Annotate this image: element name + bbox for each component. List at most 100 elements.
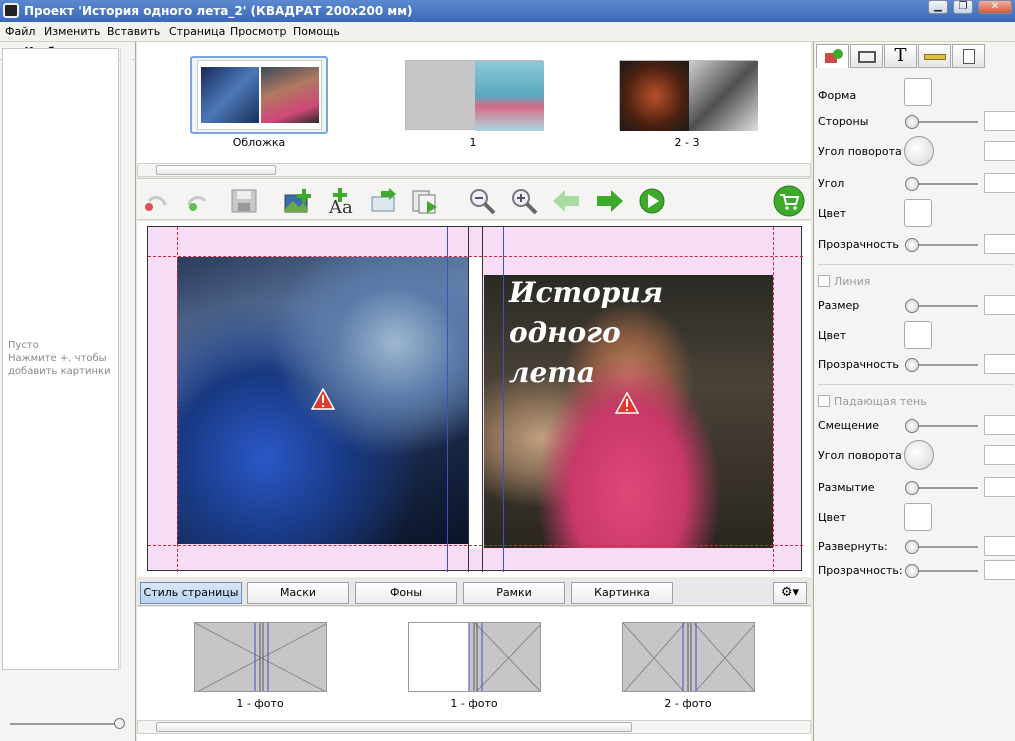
tab-backgrounds[interactable]: Фоны: [355, 582, 457, 604]
play-icon[interactable]: [637, 187, 667, 215]
cart-icon[interactable]: [773, 185, 805, 217]
slider-knob[interactable]: [905, 238, 919, 252]
shape-picker[interactable]: [904, 78, 932, 106]
angle-input[interactable]: [984, 173, 1015, 193]
line-color-picker[interactable]: [904, 321, 932, 349]
save-icon[interactable]: [229, 187, 259, 215]
frame-tab-icon[interactable]: [850, 44, 883, 68]
thumb-size-slider[interactable]: [10, 718, 125, 729]
menu-bar: Файл Изменить Вставить Страница Просмотр…: [0, 22, 1015, 42]
sides-slider[interactable]: [905, 115, 978, 129]
ruler-tab-icon[interactable]: [918, 44, 951, 68]
cover-title-line-2: одного: [509, 316, 621, 349]
tab-masks[interactable]: Маски: [247, 582, 349, 604]
layout-label-2: 1 - фото: [450, 697, 498, 710]
shadow-offset-label: Смещение: [818, 419, 879, 432]
spine-guide-3: [482, 227, 483, 572]
thumbs-scroll-thumb[interactable]: [156, 165, 276, 175]
minimize-icon[interactable]: ▁: [928, 0, 948, 14]
import-icon[interactable]: [369, 187, 399, 215]
text-tab-icon[interactable]: T: [884, 44, 917, 68]
sides-input[interactable]: [984, 111, 1015, 131]
layout-1-photo-a[interactable]: [194, 622, 327, 692]
warning-icon[interactable]: [615, 392, 639, 414]
shadow-rotation-dial[interactable]: [904, 440, 934, 470]
thumb-page-2-3[interactable]: [619, 60, 758, 131]
tab-picture[interactable]: Картинка: [571, 582, 673, 604]
thumb-label-cover: Обложка: [232, 136, 286, 149]
layout-1-photo-b[interactable]: [408, 622, 541, 692]
line-size-input[interactable]: [984, 295, 1015, 315]
line-opacity-slider[interactable]: [905, 358, 978, 372]
undo-icon[interactable]: [141, 187, 171, 215]
shadow-opacity-input[interactable]: [984, 560, 1015, 580]
rotation-dial[interactable]: [904, 136, 934, 166]
maximize-icon[interactable]: ❐: [953, 0, 973, 14]
shadow-offset-slider[interactable]: [905, 419, 978, 433]
slider-knob[interactable]: [905, 419, 919, 433]
export-icon[interactable]: [411, 187, 441, 215]
shadow-rotation-input[interactable]: [984, 445, 1015, 465]
menu-insert[interactable]: Вставить: [107, 25, 160, 38]
slider-knob[interactable]: [114, 718, 125, 729]
menu-help[interactable]: Помощь: [293, 25, 340, 38]
layout-2-photo[interactable]: [622, 622, 755, 692]
slider-knob[interactable]: [905, 540, 919, 554]
add-image-icon[interactable]: [283, 187, 313, 215]
slider-knob[interactable]: [905, 481, 919, 495]
arrow-left-icon[interactable]: [551, 187, 581, 215]
slider-knob[interactable]: [905, 177, 919, 191]
layouts-scroll-thumb[interactable]: [156, 722, 632, 732]
images-list[interactable]: Пусто Нажмите +, чтобы добавить картинки: [2, 48, 119, 670]
shadow-color-label: Цвет: [818, 511, 847, 524]
rotation-input[interactable]: [984, 141, 1015, 161]
shadow-blur-slider[interactable]: [905, 481, 978, 495]
layouts-scrollbar[interactable]: [137, 720, 811, 734]
warning-icon[interactable]: [311, 388, 335, 410]
slider-knob[interactable]: [905, 358, 919, 372]
thumb-cover[interactable]: [197, 60, 322, 130]
tab-frames[interactable]: Рамки: [463, 582, 565, 604]
page-spread[interactable]: История одного лета: [147, 226, 803, 572]
line-opacity-label: Прозрачность: [818, 358, 899, 371]
page-tab-icon[interactable]: [952, 44, 985, 68]
slider-knob[interactable]: [905, 299, 919, 313]
empty-hint: Пусто Нажмите +, чтобы добавить картинки: [8, 339, 111, 378]
menu-file[interactable]: Файл: [5, 25, 35, 38]
slider-knob[interactable]: [905, 564, 919, 578]
line-opacity-input[interactable]: [984, 354, 1015, 374]
menu-edit[interactable]: Изменить: [44, 25, 100, 38]
tab-page-style[interactable]: Стиль страницы: [140, 582, 242, 604]
shadow-offset-input[interactable]: [984, 415, 1015, 435]
thumb-page-1[interactable]: [405, 60, 544, 131]
bleed-guide-left: [177, 227, 178, 572]
shape-tab-icon[interactable]: [816, 44, 849, 68]
color-picker[interactable]: [904, 199, 932, 227]
cover-title[interactable]: История одного лета: [509, 273, 663, 393]
arrow-right-icon[interactable]: [595, 187, 625, 215]
angle-slider[interactable]: [905, 177, 978, 191]
shadow-color-picker[interactable]: [904, 503, 932, 531]
shadow-checkbox[interactable]: [818, 395, 830, 407]
add-text-icon[interactable]: Aa: [327, 187, 357, 215]
zoom-out-icon[interactable]: [467, 187, 497, 215]
redo-icon[interactable]: [183, 187, 213, 215]
opacity-input[interactable]: [984, 234, 1015, 254]
shadow-opacity-slider[interactable]: [905, 564, 978, 578]
images-scrollbar[interactable]: [120, 48, 132, 670]
menu-page[interactable]: Страница: [169, 25, 225, 38]
zoom-in-icon[interactable]: [509, 187, 539, 215]
menu-view[interactable]: Просмотр: [230, 25, 286, 38]
line-checkbox[interactable]: [818, 275, 830, 287]
thumbs-scrollbar[interactable]: [137, 163, 811, 177]
opacity-slider[interactable]: [905, 238, 978, 252]
gear-icon[interactable]: ⚙▾: [773, 582, 807, 604]
shadow-expand-input[interactable]: [984, 536, 1015, 556]
app-icon: [3, 3, 19, 18]
shadow-expand-slider[interactable]: [905, 540, 978, 554]
slider-knob[interactable]: [905, 115, 919, 129]
shadow-blur-input[interactable]: [984, 477, 1015, 497]
close-icon[interactable]: ✕: [978, 0, 1012, 14]
line-size-slider[interactable]: [905, 299, 978, 313]
title-bar: Проект 'История одного лета_2' (КВАДРАТ …: [0, 0, 1015, 22]
